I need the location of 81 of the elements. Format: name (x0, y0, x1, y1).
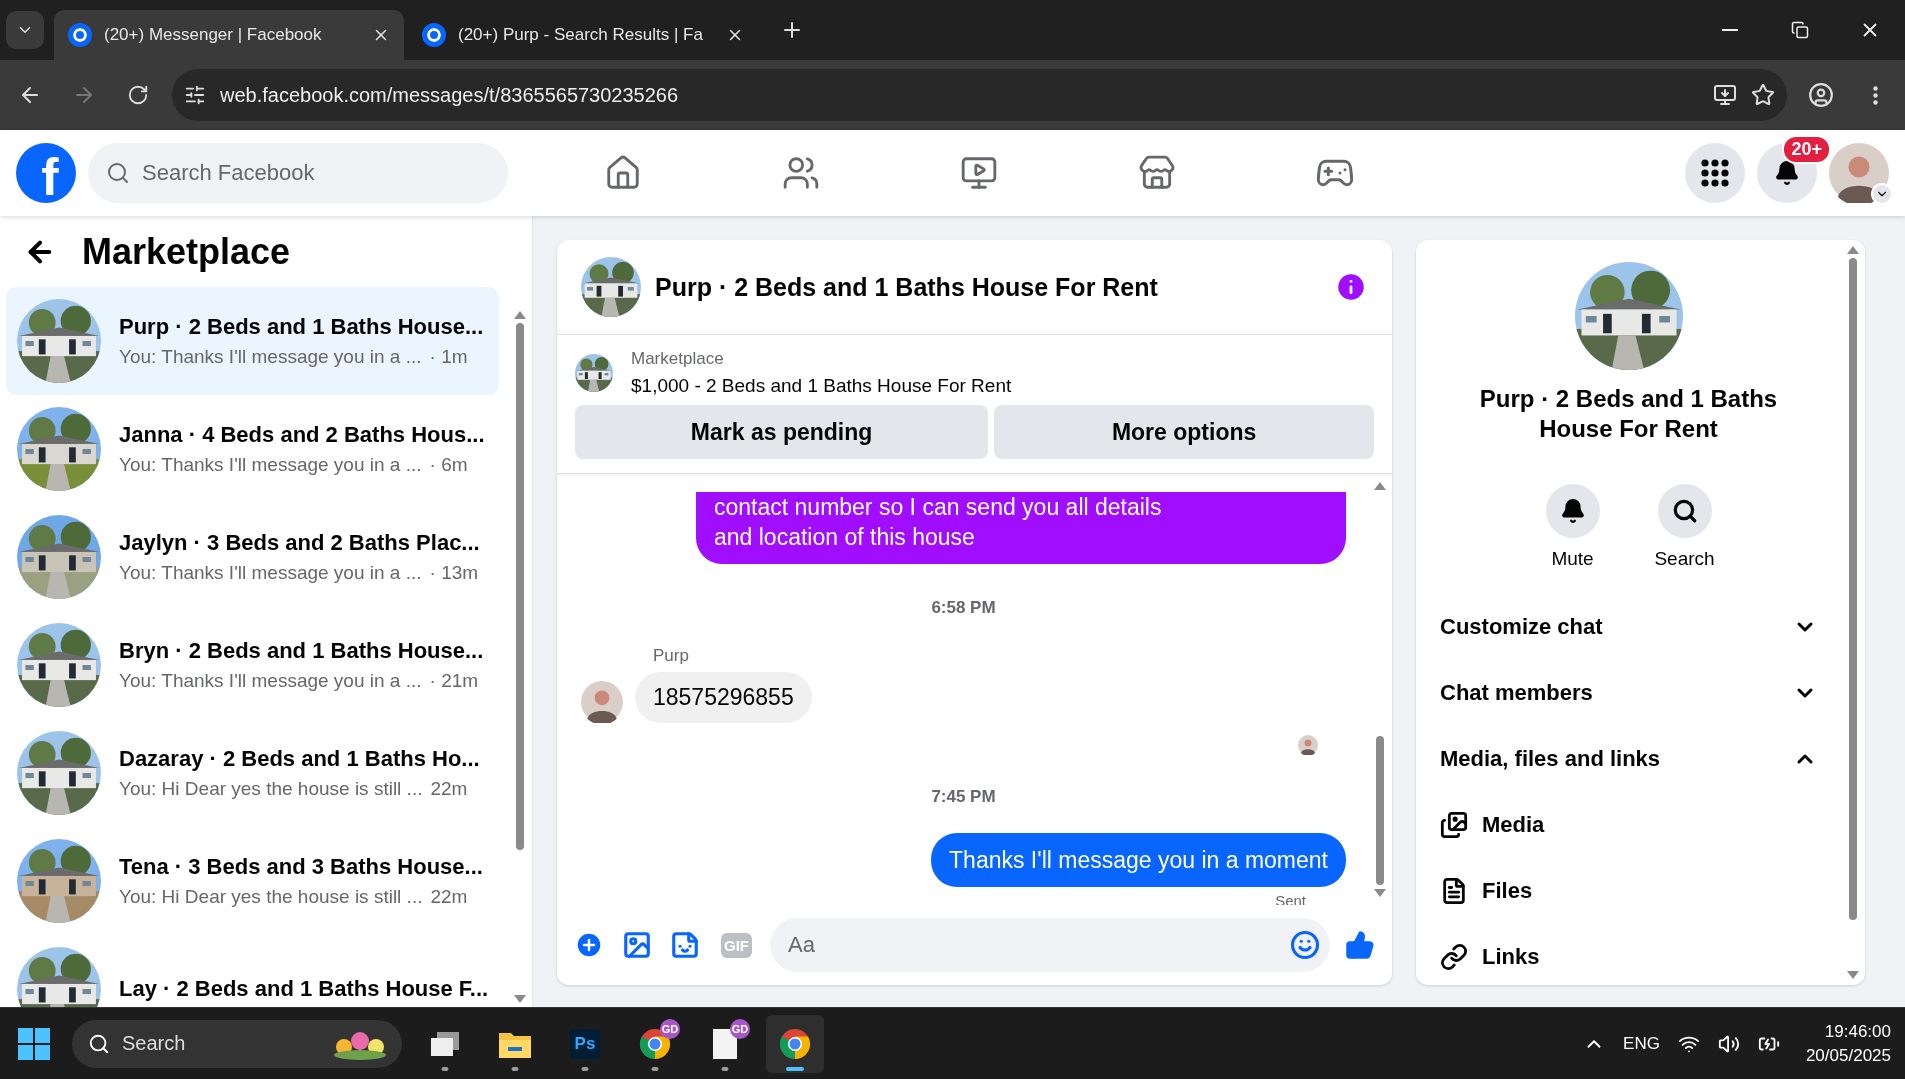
action-button[interactable]: Mark as pending (575, 405, 989, 459)
video-icon (960, 154, 998, 192)
message-bubble: contact number so I can send you all details and location of this house (696, 492, 1346, 564)
sticker-icon (670, 930, 700, 960)
action-label: Mute (1551, 548, 1594, 570)
taskbar-app[interactable]: GD (696, 1014, 754, 1073)
sender-avatar-icon (581, 681, 623, 723)
start-icon[interactable] (18, 1027, 50, 1060)
profile-badge: GD (660, 1018, 680, 1039)
search-icon (1671, 498, 1698, 524)
favicon-icon (68, 23, 92, 47)
reload-icon (127, 84, 149, 106)
section-item[interactable]: Media (1440, 792, 1817, 858)
star-icon (1751, 83, 1775, 107)
sender-name: Purp (653, 646, 689, 666)
language-indicator[interactable]: ENG (1623, 1033, 1660, 1054)
profile-icon (1808, 82, 1834, 108)
chat-title: Purp · 2 Beds and 1 Baths House For Rent (655, 272, 1159, 302)
grid-icon (1701, 159, 1729, 187)
conversation-title: Purp · 2 Beds and 1 Baths House For Rent (1478, 384, 1779, 444)
people-icon (782, 154, 820, 192)
notification-badge: 20+ (1782, 135, 1831, 164)
images-icon (1440, 811, 1468, 839)
section-header[interactable]: Media, files and links (1440, 726, 1817, 792)
document-icon (1440, 877, 1468, 905)
chevron-down-icon[interactable] (1871, 183, 1893, 205)
photoshop-icon: Ps (570, 1028, 600, 1059)
listing-title: $1,000 - 2 Beds and 1 Baths House For Rent (631, 375, 1012, 397)
conversation-item[interactable]: Janna · 4 Beds and 2 Baths Hous... You: Thanks I'll message you in a ... · 6m (6, 395, 499, 503)
conversation-item[interactable]: Bryn · 2 Beds and 1 Baths House... You: Thanks I'll message you in a ... · 21m (6, 611, 499, 719)
search-icon (88, 1032, 110, 1055)
message-bubble: Thanks I'll message you in a moment (931, 833, 1346, 887)
taskbar-app[interactable]: Ps (556, 1014, 614, 1073)
page-title: Marketplace (82, 230, 291, 273)
section-item[interactable]: Links (1440, 924, 1817, 985)
message-timestamp: 7:45 PM (930, 787, 997, 807)
address-bar[interactable]: web.facebook.com/messages/t/8365565730235266 (172, 69, 1787, 121)
message-bubble: 18575296855 (635, 672, 812, 723)
chrome-icon (779, 1027, 811, 1060)
store-icon (1138, 154, 1176, 192)
action-button[interactable]: More options (994, 405, 1374, 459)
listing-label: Marketplace (631, 349, 725, 369)
bell-icon (1559, 498, 1586, 524)
message-field[interactable]: Aa (770, 918, 1330, 972)
emoji-icon (1290, 930, 1320, 960)
clock[interactable]: 19:46:00 20/05/2025 (1805, 1021, 1891, 1066)
search-field[interactable]: Search Facebook (88, 143, 508, 203)
menu-button[interactable] (1685, 143, 1745, 203)
image-icon (622, 930, 652, 960)
profile-badge: GD (730, 1018, 750, 1039)
taskbar-app[interactable] (766, 1014, 824, 1073)
taskbar-app[interactable]: GD (626, 1014, 684, 1073)
mute-button[interactable] (1545, 484, 1600, 538)
browser-tab[interactable]: (20+) Purp - Search Results | Fa (408, 10, 758, 60)
restore-icon (1791, 21, 1809, 39)
bell-icon (1774, 160, 1800, 186)
seen-avatar-icon (1298, 735, 1318, 755)
action-label: Search (1654, 548, 1715, 570)
section-header[interactable]: Chat members (1440, 660, 1817, 726)
thumbs-up-icon (1345, 930, 1375, 960)
taskbar-search[interactable]: Search (72, 1019, 402, 1068)
menu-icon (1872, 85, 1878, 105)
facebook-logo[interactable]: f (16, 143, 76, 203)
install-icon (1713, 83, 1737, 107)
conversation-item[interactable]: Tena · 3 Beds and 3 Baths House... You: Hi Dear yes the house is still ... 22m (6, 827, 499, 935)
home-icon (604, 154, 642, 192)
profile-avatar-icon (1829, 143, 1889, 203)
section-item[interactable]: Files (1440, 858, 1817, 924)
minimize-icon (1722, 29, 1738, 31)
search-icon (106, 161, 130, 185)
conversation-item[interactable]: Purp · 2 Beds and 1 Baths House... You: Thanks I'll message you in a ... · 1m (6, 287, 499, 395)
favicon-icon (422, 23, 446, 47)
search-button[interactable] (1657, 484, 1712, 538)
plus-icon (574, 930, 604, 960)
site-settings-icon (184, 84, 206, 106)
conversation-item[interactable]: Dazaray · 2 Beds and 1 Baths Ho... You: Hi Dear yes the house is still ... 22m (6, 719, 499, 827)
link-icon (1440, 943, 1468, 971)
conversation-item[interactable]: Jaylyn · 3 Beds and 2 Baths Plac... You: Thanks I'll message you in a ... · 13m (6, 503, 499, 611)
message-timestamp: 6:58 PM (930, 598, 997, 618)
section-header[interactable]: Customize chat (1440, 594, 1817, 660)
browser-tab[interactable]: (20+) Messenger | Facebook (54, 10, 404, 60)
